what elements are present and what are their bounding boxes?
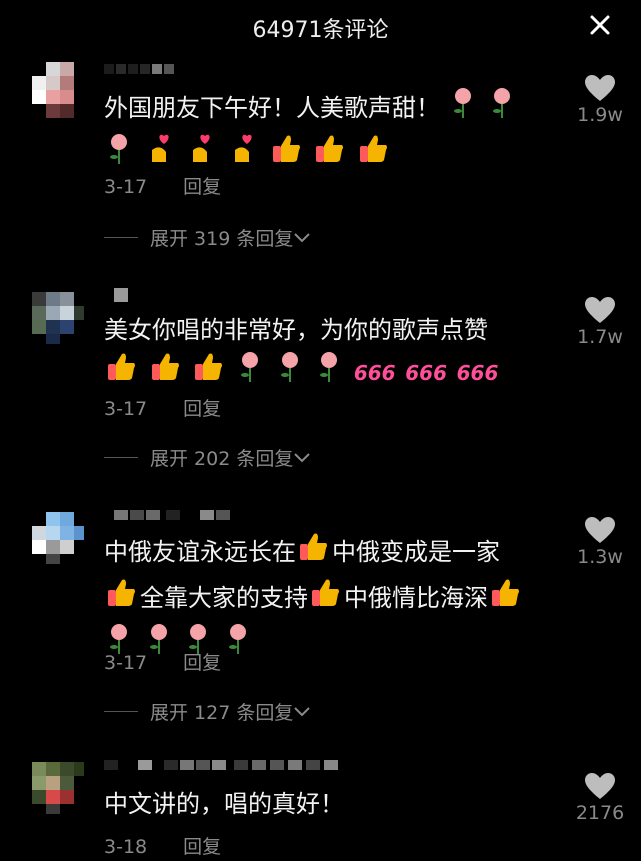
divider-line <box>104 237 138 238</box>
chevron-down-icon <box>294 706 311 716</box>
thumbs-up-icon <box>148 350 182 396</box>
thumbs-up-icon <box>356 132 390 178</box>
expand-replies-label: 展开 202 条回复 <box>150 448 294 470</box>
comment-meta: 3-17 回复 <box>104 394 221 421</box>
emoji-666-icon: 666 <box>456 361 499 385</box>
heart-icon <box>585 517 615 543</box>
reply-button[interactable]: 回复 <box>183 398 221 420</box>
like-button[interactable]: 1.7w <box>570 296 630 348</box>
rose-icon <box>223 622 253 668</box>
divider-line <box>104 711 138 712</box>
emoji-666-icon: 666 <box>405 361 447 385</box>
rose-icon <box>487 86 517 132</box>
comments-header: 64971条评论 <box>0 0 641 52</box>
comment-date: 3-17 <box>104 652 148 674</box>
comment-meta: 3-17 回复 <box>104 648 221 675</box>
thumbs-up-icon <box>308 576 342 622</box>
expand-replies-button[interactable]: 展开 319 条回复 <box>104 224 311 251</box>
expand-replies-button[interactable]: 展开 202 条回复 <box>104 444 311 471</box>
comment-text-line: 中文讲的，唱的真好！ <box>104 790 344 818</box>
comment-count-title: 64971条评论 <box>252 18 389 43</box>
expand-replies-label: 展开 319 条回复 <box>150 228 294 250</box>
heart-icon <box>585 297 615 323</box>
comment-text: 外国朋友下午好！人美歌声甜！ <box>104 86 554 178</box>
comment-text-line: 中俄变成是一家 <box>332 538 500 566</box>
expand-replies-label: 展开 127 条回复 <box>150 702 294 724</box>
rose-icon <box>448 86 478 132</box>
avatar[interactable] <box>28 758 88 818</box>
avatar[interactable] <box>28 62 88 122</box>
thumbs-up-icon <box>488 576 522 622</box>
close-icon[interactable] <box>587 12 613 38</box>
reply-button[interactable]: 回复 <box>183 176 221 198</box>
comment-text-line: 中俄情比海深 <box>344 584 488 612</box>
rose-icon <box>235 350 265 396</box>
username-pixelated <box>114 288 128 302</box>
divider-line <box>104 457 138 458</box>
reply-button[interactable]: 回复 <box>183 652 221 674</box>
comment-meta: 3-18 回复 <box>104 832 221 859</box>
username-pixelated <box>114 510 230 520</box>
comment-text-line: 全靠大家的支持 <box>140 584 308 612</box>
comment-text-line: 中俄友谊永远长在 <box>104 538 296 566</box>
username-pixelated <box>104 64 174 74</box>
comment-item: 外国朋友下午好！人美歌声甜！ 3-17 回复 展开 319 条回复 1.9w <box>0 62 641 252</box>
heart-icon <box>585 75 615 101</box>
expand-replies-button[interactable]: 展开 127 条回复 <box>104 698 311 725</box>
comment-text-line: 外国朋友下午好！人美歌声甜！ <box>104 94 440 122</box>
thumbs-up-icon <box>191 350 225 396</box>
reply-button[interactable]: 回复 <box>183 836 221 858</box>
like-count: 1.7w <box>577 326 623 348</box>
like-button[interactable]: 1.3w <box>570 516 630 568</box>
finger-heart-icon <box>227 132 259 178</box>
avatar[interactable] <box>28 288 88 348</box>
thumbs-up-icon <box>104 350 138 396</box>
comment-text-line: 美女你唱的非常好，为你的歌声点赞 <box>104 316 488 344</box>
chevron-down-icon <box>294 452 311 462</box>
comment-date: 3-17 <box>104 398 148 420</box>
username-pixelated <box>104 760 338 770</box>
like-count: 2176 <box>575 802 625 824</box>
comment-item: 中文讲的，唱的真好！ 3-18 回复 2176 <box>0 758 641 861</box>
thumbs-up-icon <box>296 530 330 576</box>
like-button[interactable]: 1.9w <box>570 74 630 126</box>
rose-icon <box>314 350 344 396</box>
like-count: 1.9w <box>577 104 623 126</box>
comment-text: 美女你唱的非常好，为你的歌声点赞 666 666 666 <box>104 310 554 396</box>
comment-text: 中文讲的，唱的真好！ <box>104 784 554 824</box>
comment-date: 3-17 <box>104 176 148 198</box>
avatar[interactable] <box>28 508 88 568</box>
thumbs-up-icon <box>104 576 138 622</box>
rose-icon <box>275 350 305 396</box>
emoji-666-icon: 666 <box>353 361 396 385</box>
thumbs-up-icon <box>312 132 346 178</box>
thumbs-up-icon <box>269 132 303 178</box>
comment-item: 中俄友谊永远长在 中俄变成是一家 全靠大家的支持 中俄情比海深 3-17 回复 展开… <box>0 508 641 728</box>
like-count: 1.3w <box>577 546 623 568</box>
comment-item: 美女你唱的非常好，为你的歌声点赞 666 666 666 3-17 回复 展开 … <box>0 288 641 478</box>
heart-icon <box>585 773 615 799</box>
like-button[interactable]: 2176 <box>570 772 630 824</box>
chevron-down-icon <box>294 232 311 242</box>
comment-date: 3-18 <box>104 836 148 858</box>
comment-meta: 3-17 回复 <box>104 172 221 199</box>
